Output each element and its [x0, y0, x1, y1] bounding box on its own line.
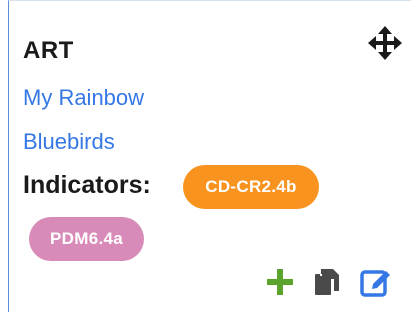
- edit-icon[interactable]: [359, 265, 393, 299]
- plus-icon[interactable]: [263, 265, 297, 299]
- activity-card: ART My Rainbow Bluebirds Indicators: CD-…: [8, 0, 411, 312]
- link-my-rainbow[interactable]: My Rainbow: [23, 85, 144, 111]
- indicators-label: Indicators:: [23, 171, 151, 199]
- card-title: ART: [23, 37, 74, 64]
- copy-icon[interactable]: [309, 265, 343, 299]
- link-bluebirds[interactable]: Bluebirds: [23, 129, 115, 155]
- indicator-badge-cd-cr2-4b[interactable]: CD-CR2.4b: [183, 165, 319, 209]
- move-arrows-icon[interactable]: [367, 25, 403, 61]
- indicator-badge-pdm6-4a[interactable]: PDM6.4a: [29, 217, 144, 261]
